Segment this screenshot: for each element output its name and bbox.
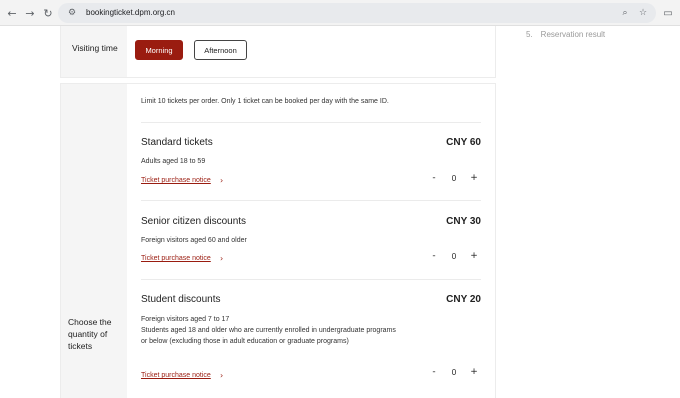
quantity-stepper-standard: - 0 + bbox=[427, 170, 481, 186]
ticket-quantity-row: Choose the quantity of tickets Limit 10 … bbox=[60, 83, 496, 398]
zoom-icon[interactable]: ⌕ bbox=[619, 7, 631, 19]
plus-button[interactable]: + bbox=[467, 249, 481, 263]
address-bar[interactable]: ⚙ bookingticket.dpm.org.cn ⌕ ☆ bbox=[58, 3, 656, 23]
visiting-time-label-cell: Visiting time bbox=[61, 26, 127, 77]
site-info-icon[interactable]: ⚙ bbox=[66, 7, 78, 19]
ticket-name-standard: Standard tickets bbox=[141, 137, 213, 148]
ticket-name-senior: Senior citizen discounts bbox=[141, 216, 247, 227]
purchase-notice-link-standard[interactable]: Ticket purchase notice bbox=[141, 177, 211, 184]
step-label: Reservation result bbox=[540, 30, 606, 39]
quantity-value: 0 bbox=[451, 367, 457, 377]
ticket-desc-student-3: or below (excluding those in adult educa… bbox=[141, 338, 349, 345]
chevron-right-icon[interactable]: › bbox=[220, 254, 223, 263]
ticket-price-student: CNY 20 bbox=[446, 294, 481, 305]
quantity-label: Choose the quantity of tickets bbox=[68, 317, 112, 351]
ticket-desc-student-1: Foreign visitors aged 7 to 17 bbox=[141, 316, 230, 323]
ticket-name-student: Student discounts bbox=[141, 294, 221, 305]
ticket-desc-standard: Adults aged 18 to 59 bbox=[141, 158, 206, 165]
reload-icon[interactable]: ↻ bbox=[40, 5, 56, 21]
visiting-time-label: Visiting time bbox=[72, 43, 118, 53]
purchase-notice-link-senior[interactable]: Ticket purchase notice bbox=[141, 255, 211, 262]
arrow-right-icon[interactable]: → bbox=[22, 5, 38, 21]
ticket-desc-student-2: Students aged 18 and older who are curre… bbox=[141, 327, 396, 334]
quantity-label-cell: Choose the quantity of tickets bbox=[61, 84, 127, 398]
divider bbox=[141, 122, 481, 123]
afternoon-button[interactable]: Afternoon bbox=[194, 40, 247, 60]
chevron-right-icon[interactable]: › bbox=[220, 371, 223, 380]
ticket-desc-senior: Foreign visitors aged 60 and older bbox=[141, 237, 247, 244]
quantity-stepper-student: - 0 + bbox=[427, 364, 481, 380]
quantity-value: 0 bbox=[451, 173, 457, 183]
step-number: 5. bbox=[526, 30, 533, 39]
purchase-notice-link-student[interactable]: Ticket purchase notice bbox=[141, 372, 211, 379]
ticket-price-standard: CNY 60 bbox=[446, 137, 481, 148]
chevron-right-icon[interactable]: › bbox=[220, 176, 223, 185]
divider bbox=[141, 279, 481, 280]
ticket-price-senior: CNY 30 bbox=[446, 216, 481, 227]
extension-icon[interactable]: ▭ bbox=[660, 5, 676, 21]
step-reservation-result: 5. Reservation result bbox=[526, 30, 605, 39]
arrow-left-icon[interactable]: ← bbox=[4, 5, 20, 21]
booking-form: Visiting time Morning Afternoon Choose t… bbox=[60, 26, 496, 398]
minus-button[interactable]: - bbox=[427, 365, 441, 379]
morning-button[interactable]: Morning bbox=[135, 40, 183, 60]
quantity-stepper-senior: - 0 + bbox=[427, 248, 481, 264]
plus-button[interactable]: + bbox=[467, 365, 481, 379]
minus-button[interactable]: - bbox=[427, 249, 441, 263]
plus-button[interactable]: + bbox=[467, 171, 481, 185]
url-text[interactable]: bookingticket.dpm.org.cn bbox=[86, 7, 175, 19]
limit-notice: Limit 10 tickets per order. Only 1 ticke… bbox=[141, 98, 389, 105]
visiting-time-row: Visiting time Morning Afternoon bbox=[60, 26, 496, 78]
divider bbox=[141, 200, 481, 201]
browser-toolbar: ← → ↻ ⚙ bookingticket.dpm.org.cn ⌕ ☆ ▭ bbox=[0, 0, 680, 26]
star-icon[interactable]: ☆ bbox=[637, 7, 649, 19]
quantity-value: 0 bbox=[451, 251, 457, 261]
minus-button[interactable]: - bbox=[427, 171, 441, 185]
